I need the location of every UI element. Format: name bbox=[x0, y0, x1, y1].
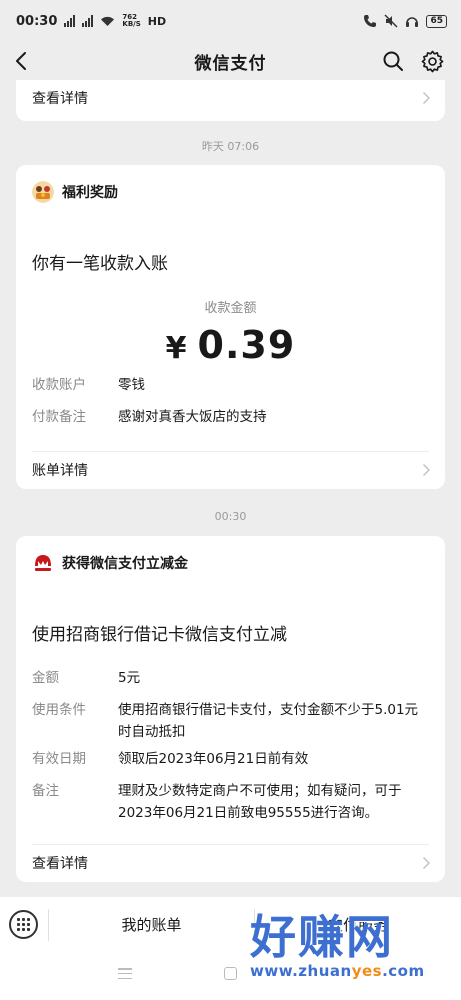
info-value: 使用招商银行借记卡支付，支付金额不少于5.01元时自动抵扣 bbox=[118, 702, 419, 740]
message-timestamp: 00:30 bbox=[214, 510, 247, 523]
info-row: 备注 理财及少数特定商户不可使用；如有疑问，可于2023年06月21日前致电95… bbox=[32, 780, 427, 824]
card-header: 获得微信支付立减金 bbox=[32, 552, 188, 574]
discount-message-card[interactable]: 获得微信支付立减金 使用招商银行借记卡微信支付立减 金额 5元 使用条件 使用招… bbox=[16, 536, 445, 882]
card-source: 获得微信支付立减金 bbox=[62, 556, 188, 572]
watermark-url: www.zhuanyes.com bbox=[250, 962, 450, 980]
card-title: 你有一笔收款入账 bbox=[32, 254, 168, 274]
info-row: 收款账户 零钱 bbox=[32, 374, 427, 396]
home-icon[interactable] bbox=[224, 967, 237, 980]
battery-icon: 65 bbox=[426, 14, 447, 28]
hd-badge: HD bbox=[147, 14, 167, 28]
signal-icon-2 bbox=[82, 15, 94, 27]
mute-icon bbox=[384, 14, 398, 28]
amount-label: 收款金额 bbox=[204, 301, 257, 316]
chevron-right-icon bbox=[422, 91, 431, 105]
view-details-label: 查看详情 bbox=[32, 91, 88, 107]
chevron-right-icon bbox=[422, 463, 431, 477]
bill-details-row[interactable]: 账单详情 bbox=[32, 452, 431, 488]
info-value: 理财及少数特定商户不可使用；如有疑问，可于2023年06月21日前致电95555… bbox=[118, 783, 402, 821]
net-speed-unit: KB/S bbox=[122, 20, 141, 28]
signal-icon bbox=[64, 15, 76, 27]
view-details-label: 查看详情 bbox=[32, 856, 88, 872]
tab-my-bills[interactable]: 我的账单 bbox=[49, 909, 254, 941]
info-key: 金额 bbox=[32, 670, 59, 686]
info-key: 付款备注 bbox=[32, 409, 86, 425]
info-value: 零钱 bbox=[118, 377, 145, 393]
previous-message-card: 查看详情 bbox=[16, 80, 445, 121]
card-source: 福利奖励 bbox=[62, 185, 118, 201]
watermark-text: 好赚网 bbox=[250, 910, 394, 964]
reward-avatar-icon bbox=[32, 181, 54, 203]
info-row: 付款备注 感谢对真香大饭店的支持 bbox=[32, 406, 427, 428]
call-icon bbox=[364, 15, 377, 27]
card-title: 使用招商银行借记卡微信支付立减 bbox=[32, 625, 287, 645]
chevron-right-icon bbox=[422, 856, 431, 870]
page-title: 微信支付 bbox=[194, 53, 267, 74]
nav-bar: 微信支付 bbox=[0, 42, 461, 80]
bank-logo-icon bbox=[35, 555, 51, 571]
info-value: 感谢对真香大饭店的支持 bbox=[118, 409, 267, 425]
reward-message-card[interactable]: 福利奖励 你有一笔收款入账 收款金额 ¥0.39 收款账户 零钱 付款备注 感谢… bbox=[16, 165, 445, 489]
gear-icon[interactable] bbox=[421, 50, 444, 73]
keyboard-toggle-icon[interactable] bbox=[9, 910, 38, 939]
watermark-url-highlight: yes bbox=[351, 962, 383, 980]
watermark-url-prefix: www.zhuan bbox=[250, 962, 352, 980]
watermark: 好赚网 www.zhuanyes.com bbox=[250, 912, 450, 992]
card-header: 福利奖励 bbox=[32, 181, 118, 203]
info-value: 领取后2023年06月21日前有效 bbox=[118, 751, 309, 767]
info-key: 收款账户 bbox=[32, 377, 86, 393]
wifi-icon bbox=[101, 16, 115, 26]
status-time: 00:30 bbox=[16, 13, 58, 29]
headphones-icon bbox=[406, 17, 419, 27]
currency-symbol: ¥ bbox=[165, 331, 188, 366]
view-details-row[interactable]: 查看详情 bbox=[32, 80, 431, 116]
search-icon[interactable] bbox=[382, 50, 404, 72]
amount-value: ¥0.39 bbox=[16, 323, 445, 367]
back-icon[interactable] bbox=[12, 51, 32, 71]
info-key: 有效日期 bbox=[32, 751, 86, 767]
info-key: 使用条件 bbox=[32, 702, 86, 718]
bill-details-label: 账单详情 bbox=[32, 463, 88, 479]
amount-number: 0.39 bbox=[197, 323, 296, 367]
info-row: 使用条件 使用招商银行借记卡支付，支付金额不少于5.01元时自动抵扣 bbox=[32, 699, 427, 743]
status-bar: 00:30 762 KB/S HD 65 bbox=[0, 0, 461, 42]
info-row: 金额 5元 bbox=[32, 667, 427, 689]
info-key: 备注 bbox=[32, 783, 59, 799]
view-details-row[interactable]: 查看详情 bbox=[32, 845, 431, 881]
net-speed: 762 KB/S bbox=[122, 14, 140, 28]
info-value: 5元 bbox=[118, 670, 141, 686]
menu-icon[interactable] bbox=[118, 968, 132, 979]
info-row: 有效日期 领取后2023年06月21日前有效 bbox=[32, 748, 427, 770]
message-timestamp: 昨天 07:06 bbox=[201, 140, 260, 153]
watermark-url-suffix: .com bbox=[382, 962, 425, 980]
